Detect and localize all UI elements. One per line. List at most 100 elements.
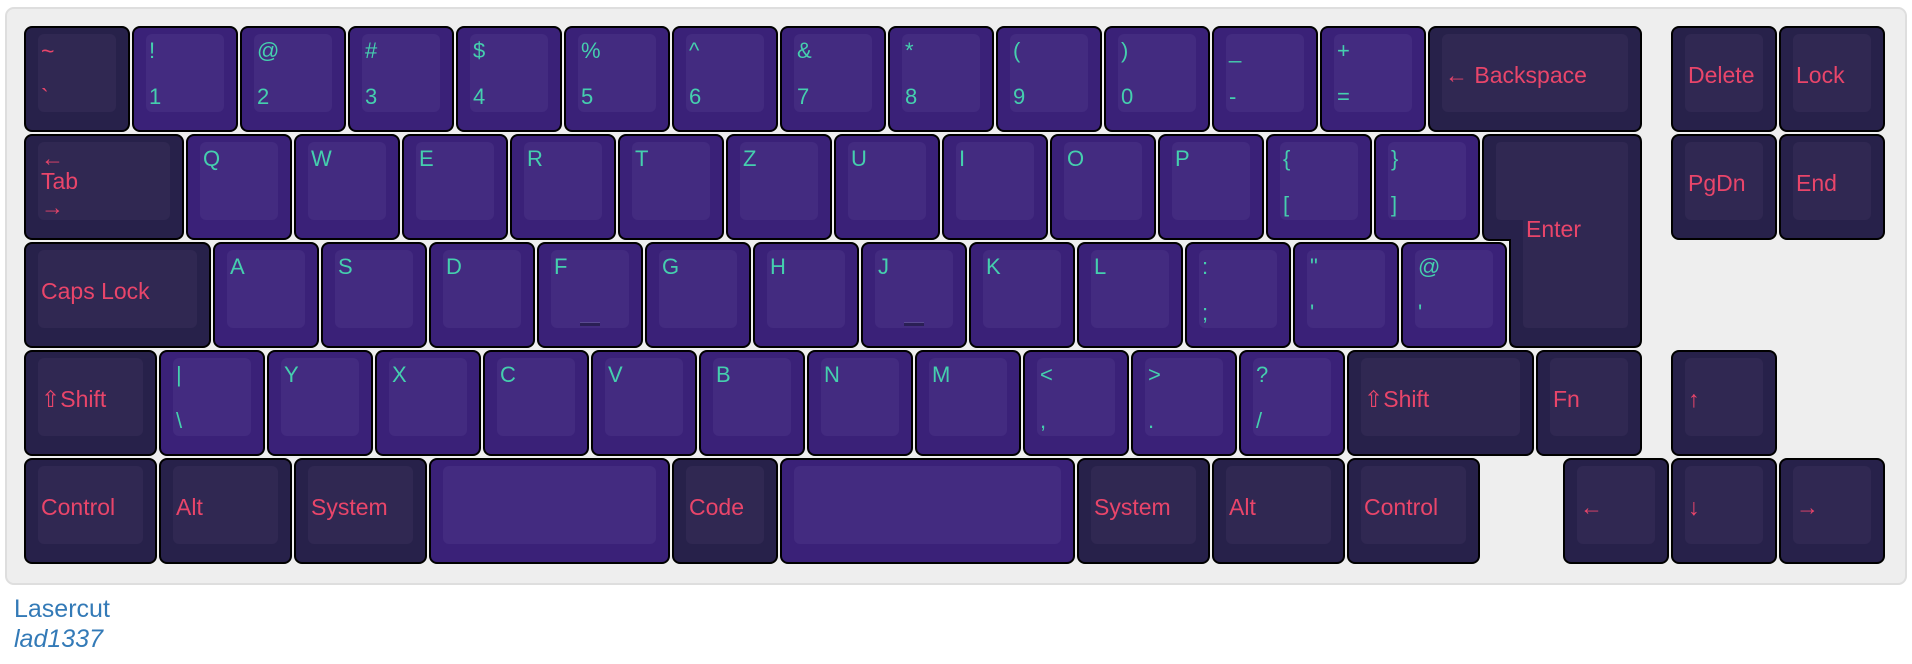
key-legend-top: >	[1148, 362, 1161, 387]
key-y[interactable]: Y	[267, 350, 373, 456]
key-lock[interactable]: Lock	[1779, 26, 1885, 132]
key-e[interactable]: E	[402, 134, 508, 240]
key-code[interactable]: Code	[672, 458, 778, 564]
key-p[interactable]: P	[1158, 134, 1264, 240]
key-slash[interactable]: ? /	[1239, 350, 1345, 456]
key-legend-bottom: 2	[257, 84, 270, 109]
key-delete[interactable]: Delete	[1671, 26, 1777, 132]
key-lspace[interactable]	[429, 458, 670, 564]
key-tab[interactable]: ← Tab →	[24, 134, 184, 240]
key-o[interactable]: O	[1050, 134, 1156, 240]
key-lbrace[interactable]: {[	[1266, 134, 1372, 240]
key-lshift[interactable]: ⇧Shift	[24, 350, 157, 456]
key-d[interactable]: D	[429, 242, 535, 348]
key-rshift[interactable]: ⇧Shift	[1347, 350, 1534, 456]
key-legend-label: →	[1796, 494, 1819, 520]
key-period[interactable]: >.	[1131, 350, 1237, 456]
key-8[interactable]: * 8	[888, 26, 994, 132]
key-legend-top: (	[1013, 38, 1021, 63]
key-legend-top: {	[1283, 146, 1291, 171]
key-b[interactable]: B	[699, 350, 805, 456]
key-legend-label: Lock	[1796, 62, 1845, 88]
key-3[interactable]: #3	[348, 26, 454, 132]
key-legend-top: %	[581, 38, 601, 63]
key-c[interactable]: C	[483, 350, 589, 456]
key-g[interactable]: G	[645, 242, 751, 348]
key-k[interactable]: K	[969, 242, 1075, 348]
key-minus[interactable]: _ -	[1212, 26, 1318, 132]
key-legend-top: !	[149, 38, 156, 63]
key-legend-bottom: 8	[905, 84, 918, 109]
key-legend-bottom: 5	[581, 84, 594, 109]
key-pipe[interactable]: | \	[159, 350, 265, 456]
key-end[interactable]: End	[1779, 134, 1885, 240]
key-m[interactable]: M	[915, 350, 1021, 456]
key-legend-label: Control	[41, 494, 116, 520]
key-legend-label: Control	[1364, 494, 1439, 520]
key-colon[interactable]: :;	[1185, 242, 1291, 348]
key-legend-bottom: `	[41, 84, 49, 110]
key-legend-top: ?	[1256, 362, 1269, 387]
key-legend-bottom: -	[1229, 84, 1237, 109]
key-6[interactable]: ^ 6	[672, 26, 778, 132]
key-l[interactable]: L	[1077, 242, 1183, 348]
key-x[interactable]: X	[375, 350, 481, 456]
key-lalt[interactable]: Alt	[159, 458, 292, 564]
key-rbrace[interactable]: }]	[1374, 134, 1480, 240]
key-legend-top: Y	[284, 362, 299, 387]
key-5[interactable]: % 5	[564, 26, 670, 132]
key-s[interactable]: S	[321, 242, 427, 348]
key-at[interactable]: @ '	[1401, 242, 1507, 348]
key-h[interactable]: H	[753, 242, 859, 348]
key-equals[interactable]: + =	[1320, 26, 1426, 132]
key-t[interactable]: T	[618, 134, 724, 240]
key-v[interactable]: V	[591, 350, 697, 456]
key-comma[interactable]: <,	[1023, 350, 1129, 456]
key-pgdn[interactable]: PgDn	[1671, 134, 1777, 240]
key-legend-bottom: 4	[473, 84, 486, 109]
key-legend-bottom: =	[1337, 84, 1350, 109]
key-n[interactable]: N	[807, 350, 913, 456]
key-fn[interactable]: Fn	[1536, 350, 1642, 456]
key-lsystem[interactable]: System	[294, 458, 427, 564]
key-r[interactable]: R	[510, 134, 616, 240]
key-legend-top: H	[770, 254, 786, 279]
key-backspace[interactable]: ← Backspace	[1428, 26, 1642, 132]
key-9[interactable]: (9	[996, 26, 1102, 132]
keycap-inner	[173, 358, 251, 436]
key-7[interactable]: & 7	[780, 26, 886, 132]
key-up[interactable]: ↑	[1671, 350, 1777, 456]
key-down[interactable]: ↓	[1671, 458, 1777, 564]
key-grave[interactable]: ~ `	[24, 26, 130, 132]
key-rsystem[interactable]: System	[1077, 458, 1210, 564]
key-rspace[interactable]	[780, 458, 1075, 564]
key-right[interactable]: →	[1779, 458, 1885, 564]
key-rcontrol[interactable]: Control	[1347, 458, 1480, 564]
key-z[interactable]: Z	[726, 134, 832, 240]
key-w[interactable]: W	[294, 134, 400, 240]
homing-bar	[580, 322, 600, 326]
key-left[interactable]: ←	[1563, 458, 1669, 564]
key-4[interactable]: $4	[456, 26, 562, 132]
key-legend: Enter	[1526, 216, 1581, 242]
key-legend-top: C	[500, 362, 516, 387]
key-legend-top: :	[1202, 254, 1209, 279]
key-u[interactable]: U	[834, 134, 940, 240]
key-legend-top: U	[851, 146, 867, 171]
key-legend-label: ⇧Shift	[1364, 386, 1430, 412]
key-q[interactable]: Q	[186, 134, 292, 240]
key-0[interactable]: ) 0	[1104, 26, 1210, 132]
key-2[interactable]: @2	[240, 26, 346, 132]
key-legend-bottom: '	[1310, 300, 1315, 325]
key-capslock[interactable]: Caps Lock	[24, 242, 211, 348]
key-ralt[interactable]: Alt	[1212, 458, 1345, 564]
key-i[interactable]: I	[942, 134, 1048, 240]
key-a[interactable]: A	[213, 242, 319, 348]
key-f[interactable]: F	[537, 242, 643, 348]
key-1[interactable]: ! 1	[132, 26, 238, 132]
key-quote[interactable]: " '	[1293, 242, 1399, 348]
key-legend-top: #	[365, 38, 378, 63]
key-legend-label: Alt	[1229, 494, 1256, 520]
key-j[interactable]: J	[861, 242, 967, 348]
key-lcontrol[interactable]: Control	[24, 458, 157, 564]
